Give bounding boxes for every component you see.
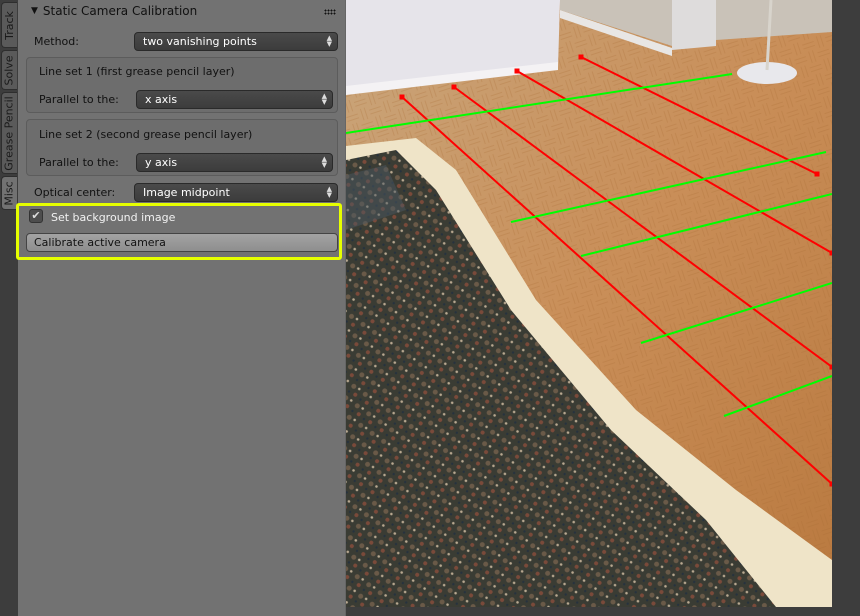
red-stroke-endpoint[interactable] bbox=[829, 481, 833, 487]
tab-track[interactable]: Track bbox=[1, 2, 17, 48]
red-stroke-endpoint[interactable] bbox=[829, 364, 833, 370]
tab-grease-pencil[interactable]: Grease Pencil bbox=[1, 92, 17, 174]
updown-arrows-icon: ▲ ▼ bbox=[326, 185, 332, 199]
method-dropdown[interactable]: two vanishing points ▲ ▼ bbox=[134, 32, 338, 51]
red-stroke-endpoint[interactable] bbox=[578, 54, 584, 60]
red-stroke-endpoint[interactable] bbox=[514, 68, 520, 74]
calibrate-active-camera-button[interactable]: Calibrate active camera bbox=[26, 233, 338, 252]
red-stroke-endpoint[interactable] bbox=[399, 94, 405, 100]
optical-center-label: Optical center: bbox=[34, 186, 116, 199]
drag-grip-icon[interactable] bbox=[324, 9, 336, 15]
collapse-triangle-icon[interactable]: ▼ bbox=[31, 6, 38, 16]
checkmark-icon: ✔ bbox=[31, 209, 41, 222]
method-label: Method: bbox=[34, 35, 79, 48]
set-background-label[interactable]: Set background image bbox=[51, 211, 175, 224]
panel-title: Static Camera Calibration bbox=[42, 4, 198, 18]
red-stroke-endpoint[interactable] bbox=[451, 84, 457, 90]
optical-center-dropdown[interactable]: Image midpoint ▲ ▼ bbox=[134, 183, 338, 202]
updown-arrows-icon: ▲ ▼ bbox=[321, 155, 327, 169]
line-set-2-title: Line set 2 (second grease pencil layer) bbox=[39, 128, 253, 141]
updown-arrows-icon: ▲ ▼ bbox=[321, 92, 327, 106]
red-stroke-endpoint[interactable] bbox=[814, 171, 820, 177]
tool-tab-strip: Track Solve Grease Pencil Misc bbox=[0, 0, 18, 616]
photo-illustration bbox=[346, 0, 832, 607]
line-set-1-title: Line set 1 (first grease pencil layer) bbox=[39, 65, 235, 78]
line-set-2-parallel-label: Parallel to the: bbox=[39, 156, 119, 169]
line-set-2-axis-dropdown[interactable]: y axis ▲ ▼ bbox=[136, 153, 333, 172]
line-set-1-axis-dropdown[interactable]: x axis ▲ ▼ bbox=[136, 90, 333, 109]
line-set-1-parallel-label: Parallel to the: bbox=[39, 93, 119, 106]
set-background-checkbox[interactable]: ✔ bbox=[29, 209, 43, 223]
camera-background-photo bbox=[346, 0, 832, 607]
tab-misc[interactable]: Misc bbox=[1, 176, 17, 210]
updown-arrows-icon: ▲ ▼ bbox=[326, 34, 332, 48]
tab-solve[interactable]: Solve bbox=[1, 50, 17, 90]
red-stroke-endpoint[interactable] bbox=[829, 250, 833, 256]
pillar bbox=[672, 0, 716, 50]
clip-editor-viewport[interactable] bbox=[346, 0, 860, 616]
panel-header[interactable]: ▼ Static Camera Calibration bbox=[18, 0, 346, 22]
